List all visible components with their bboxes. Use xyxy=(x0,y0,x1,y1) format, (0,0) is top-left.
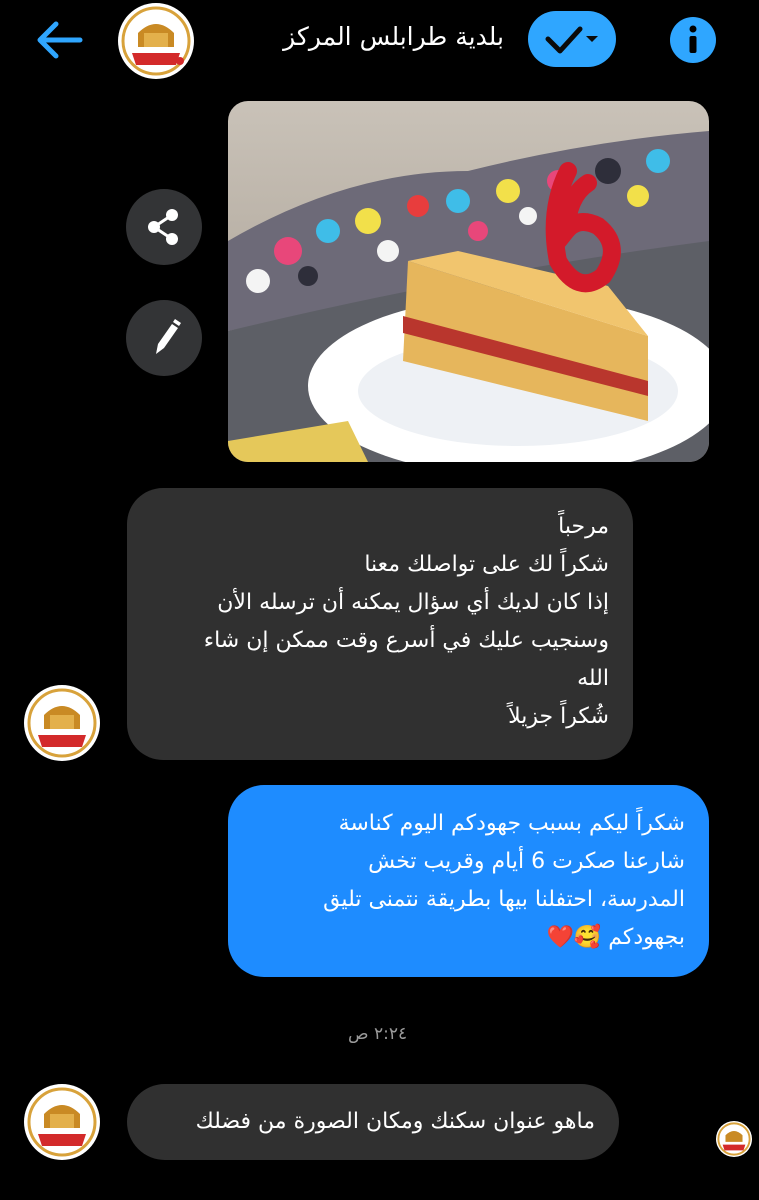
message-line: المدرسة، احتفلنا بيها بطريقة نتمنى تليق xyxy=(323,887,685,912)
sender-avatar[interactable] xyxy=(24,1084,100,1160)
municipality-logo xyxy=(119,4,193,78)
page-title[interactable]: بلدية طرابلس المركز xyxy=(283,22,504,51)
message-line: الله xyxy=(577,666,609,691)
municipality-logo xyxy=(716,1121,752,1157)
incoming-message: مرحباً شكراً لك على تواصلك معنا إذا كان … xyxy=(127,488,633,760)
message-line: ماهو عنوان سكنك ومكان الصورة من فضلك xyxy=(195,1109,595,1134)
message-line: إذا كان لديك أي سؤال يمكنه أن ترسله الأن xyxy=(217,590,609,615)
incoming-message: ماهو عنوان سكنك ومكان الصورة من فضلك xyxy=(127,1084,619,1160)
page-avatar[interactable] xyxy=(118,3,194,79)
message-line-with-emoji: بجهودكم 🥰❤️ xyxy=(250,919,685,957)
cake-photo xyxy=(228,101,709,462)
edit-button[interactable] xyxy=(126,300,202,376)
message-text: بجهودكم xyxy=(608,925,685,950)
info-button[interactable] xyxy=(670,17,716,63)
responded-status-button[interactable] xyxy=(528,11,616,67)
message-timestamp: ٢:٢٤ ص xyxy=(348,1024,408,1044)
municipality-logo xyxy=(25,1085,99,1159)
share-button[interactable] xyxy=(126,189,202,265)
message-line: شكراً ليكم بسبب جهودكم اليوم كناسة xyxy=(338,811,685,836)
message-line: مرحباً xyxy=(558,514,609,539)
message-line: شُكراً جزيلاً xyxy=(508,704,609,729)
back-arrow-icon xyxy=(37,21,83,59)
outgoing-message: شكراً ليكم بسبب جهودكم اليوم كناسة شارعن… xyxy=(228,785,709,977)
back-button[interactable] xyxy=(34,20,84,60)
checkmark-icon xyxy=(545,26,598,54)
message-line: شكراً لك على تواصلك معنا xyxy=(364,552,609,577)
share-icon xyxy=(148,209,178,245)
municipality-logo xyxy=(25,686,99,760)
read-receipt-avatar xyxy=(716,1121,752,1157)
message-line: وسنجيب عليك في أسرع وقت ممكن إن شاء xyxy=(203,628,609,653)
emoji: 🥰❤️ xyxy=(546,925,602,950)
info-icon xyxy=(689,25,697,53)
message-line: شارعنا صكرت 6 أيام وقريب تخش xyxy=(368,849,685,874)
sender-avatar[interactable] xyxy=(24,685,100,761)
pencil-icon xyxy=(156,319,181,354)
photo-attachment[interactable] xyxy=(228,101,709,462)
